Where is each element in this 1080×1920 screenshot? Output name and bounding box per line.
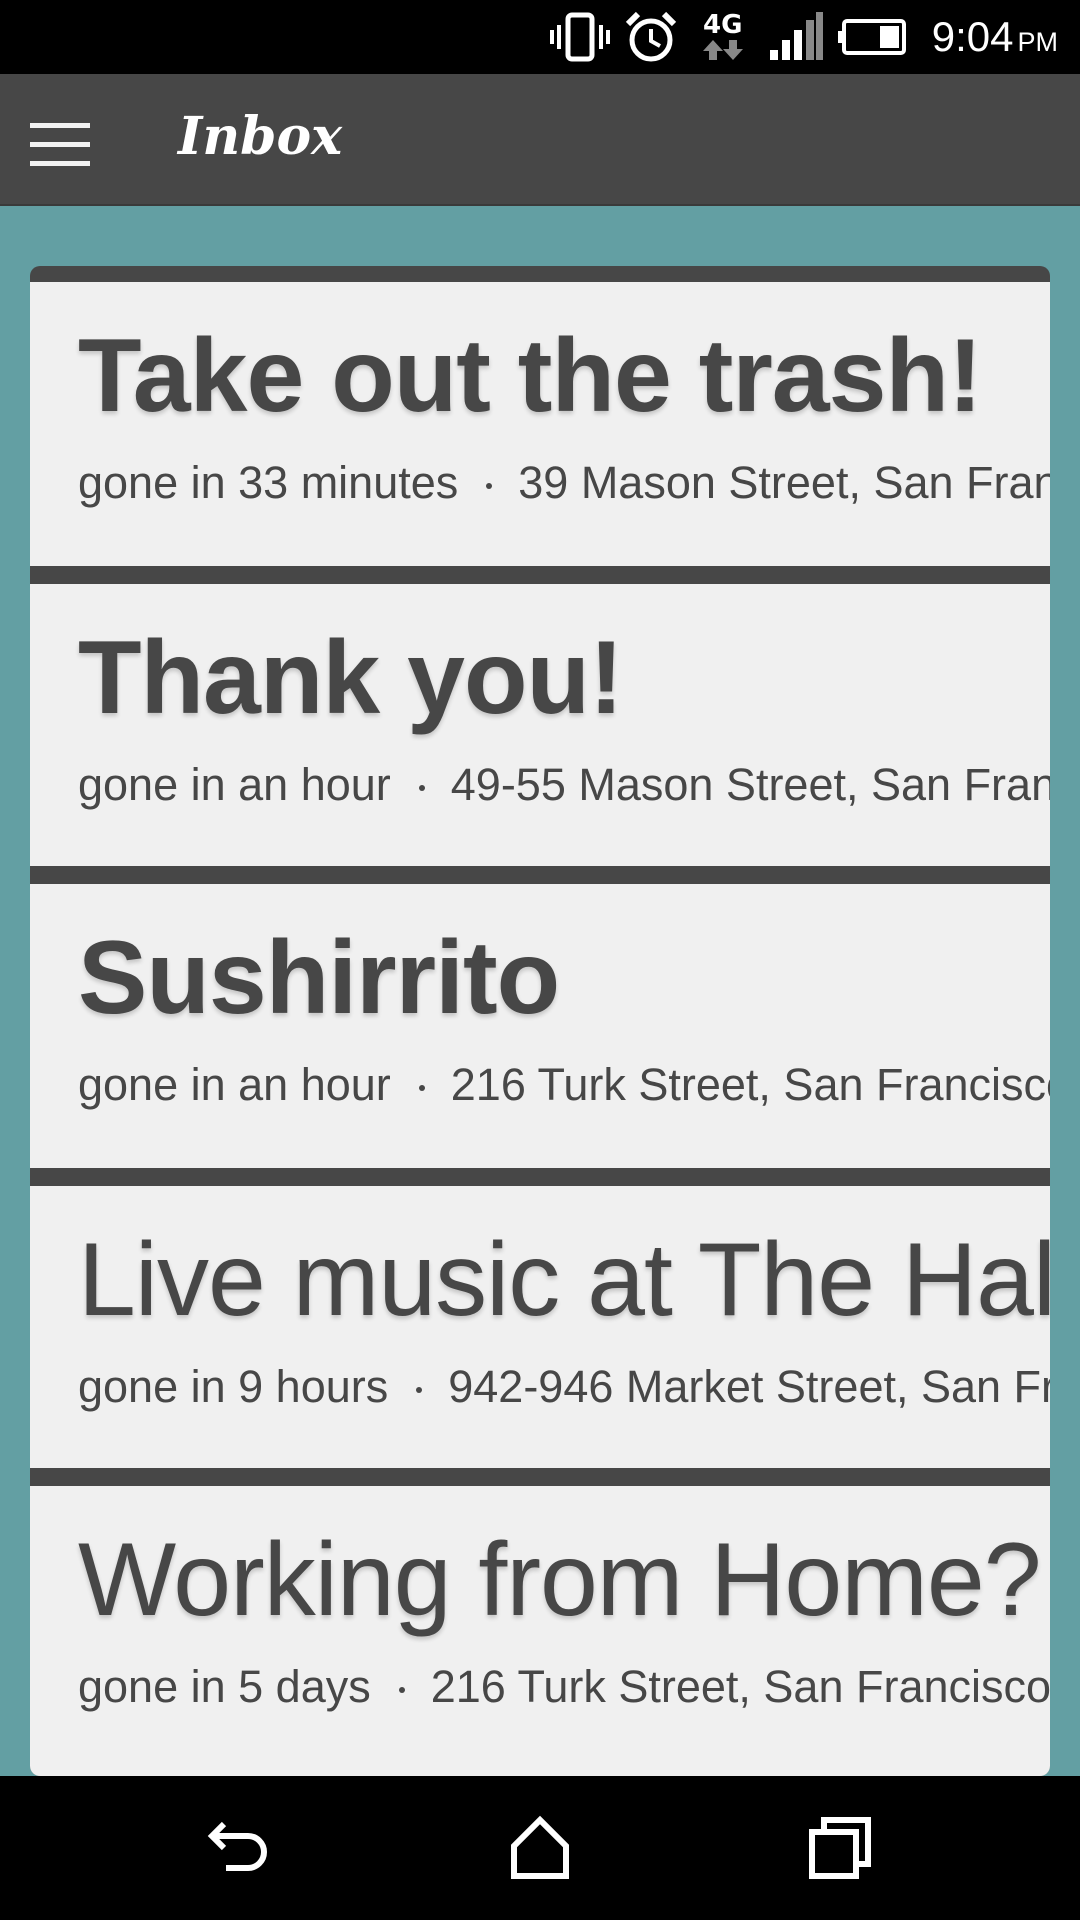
page-title: Inbox [178,106,343,167]
list-item[interactable]: Sushirrito gone in an hour 216 Turk Stree… [30,884,1050,1168]
message-title: Live music at The Hall [78,1222,1050,1338]
list-item[interactable]: Live music at The Hall gone in 9 hours 94… [30,1186,1050,1468]
message-location: 216 Turk Street, San Francisco [430,1661,1050,1712]
message-meta: gone in an hour 49-55 Mason Street, San F… [78,760,1050,810]
message-title: Thank you! [78,620,624,736]
separator-dot [486,483,493,490]
list-item[interactable]: Take out the trash! gone in 33 minutes 39… [30,282,1050,566]
message-location: 216 Turk Street, San Francisco [450,1059,1050,1110]
status-bar: 4G 9:04 PM [0,0,1080,74]
alarm-icon [624,10,678,64]
message-location: 49-55 Mason Street, San Francisco [450,759,1050,810]
separator-dot [398,1687,405,1694]
clock-ampm: PM [1017,27,1059,57]
message-title: Working from Home? [78,1522,1042,1638]
message-expiry: gone in 9 hours [78,1361,389,1412]
signal-icon [768,12,824,62]
system-nav-bar [0,1776,1080,1920]
home-icon[interactable] [504,1812,576,1884]
recent-apps-icon[interactable] [804,1812,876,1884]
network-label: 4G [703,10,743,40]
separator-dot [418,1085,425,1092]
message-location: 39 Mason Street, San Francisco [518,457,1050,508]
status-icons: 4G 9:04 PM [549,0,1058,74]
screen: 4G 9:04 PM Inbox Take out the trash! gon… [0,0,1080,1920]
message-expiry: gone in an hour [78,1059,391,1110]
clock: 9:04 PM [932,13,1058,61]
message-expiry: gone in an hour [78,759,391,810]
app-bar: Inbox [0,74,1080,206]
message-meta: gone in an hour 216 Turk Street, San Fran… [78,1060,1050,1110]
message-meta: gone in 5 days 216 Turk Street, San Franc… [78,1662,1050,1712]
message-title: Sushirrito [78,920,560,1036]
hamburger-menu-icon[interactable] [20,110,100,180]
separator-dot [418,785,425,792]
back-icon[interactable] [204,1812,276,1884]
clock-time: 9:04 [931,13,1014,60]
list-item[interactable]: Working from Home? gone in 5 days 216 Tur… [30,1486,1050,1776]
message-meta: gone in 33 minutes 39 Mason Street, San F… [78,458,1050,508]
message-list: Take out the trash! gone in 33 minutes 39… [30,266,1050,1776]
vibrate-icon [549,11,610,63]
battery-icon [837,17,908,57]
message-expiry: gone in 5 days [78,1661,371,1712]
message-location: 942-946 Market Street, San Francisco [448,1361,1050,1412]
separator-dot [416,1387,423,1394]
lte-data-icon: 4G [692,12,754,62]
list-item[interactable]: Thank you! gone in an hour 49-55 Mason St… [30,584,1050,866]
message-meta: gone in 9 hours 942-946 Market Street, Sa… [78,1362,1050,1412]
message-title: Take out the trash! [78,318,983,434]
message-expiry: gone in 33 minutes [78,457,459,508]
